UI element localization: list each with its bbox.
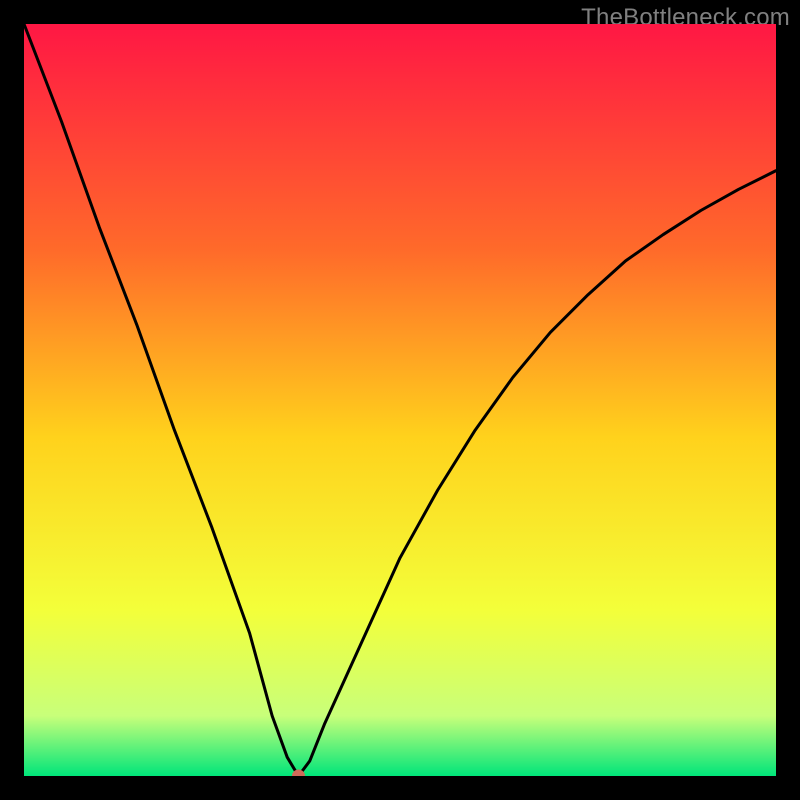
bottleneck-chart [24,24,776,776]
gradient-background [24,24,776,776]
